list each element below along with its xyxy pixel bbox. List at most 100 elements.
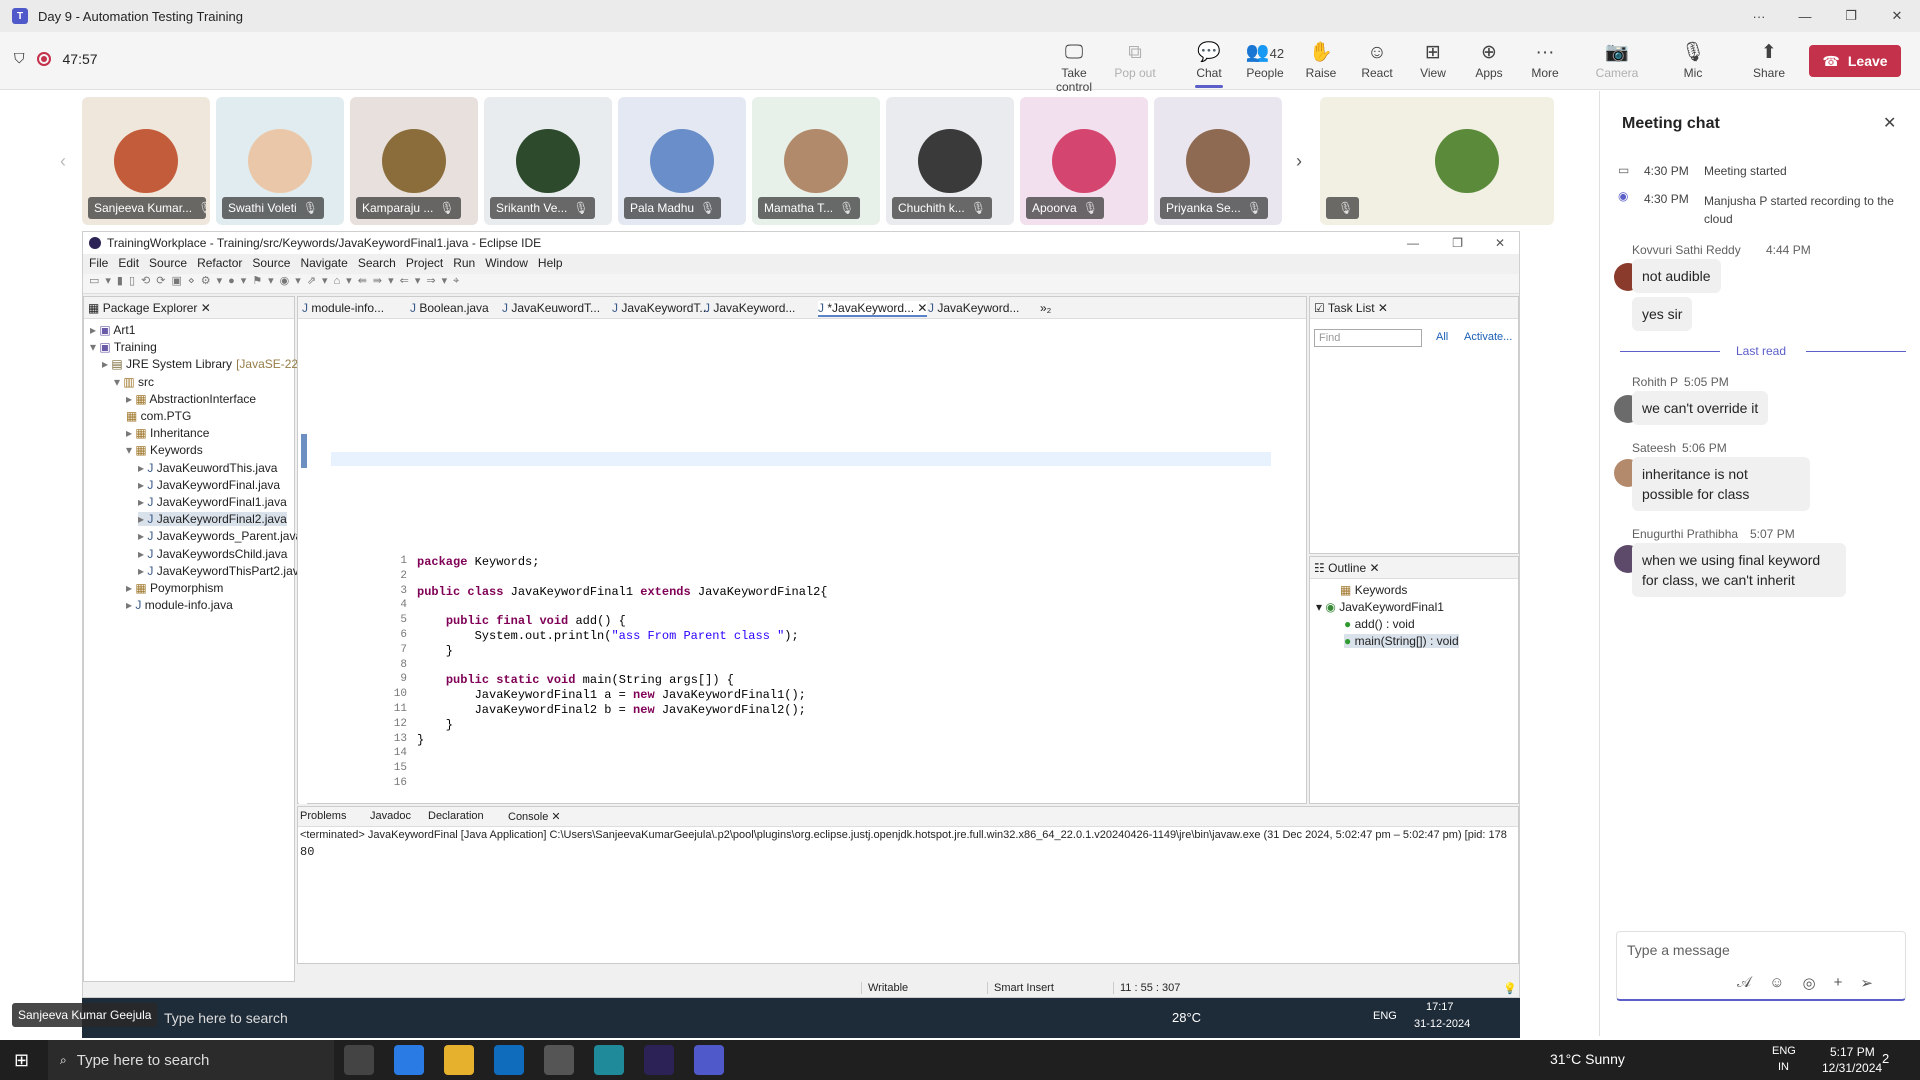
tree-item[interactable]: ▾ ▦ Keywords	[126, 443, 203, 457]
file-explorer-icon[interactable]	[444, 1045, 474, 1075]
participant-tile[interactable]: Priyanka Se... 🎙	[1154, 97, 1282, 225]
inner-search-box[interactable]: Type here to search	[164, 1010, 288, 1026]
tree-item[interactable]: ▸ ▤ JRE System Library [JavaSE-22]	[102, 357, 301, 371]
chevron-icon[interactable]: ▸	[138, 478, 147, 492]
tree-item[interactable]: ▾ ▣ Training	[90, 340, 157, 354]
editor-tab[interactable]: »₂	[1040, 301, 1051, 315]
close-icon[interactable]: ✕	[914, 301, 927, 315]
tree-item[interactable]: ▸ J JavaKeywordFinal2.java	[138, 512, 287, 527]
eclipse-close-button[interactable]: ✕	[1495, 236, 1505, 250]
chevron-icon[interactable]: ▸	[138, 461, 147, 475]
take-control-button[interactable]: 🖵 Take control	[1044, 40, 1104, 94]
tree-item[interactable]: ▸ J JavaKeywordFinal.java	[138, 478, 280, 492]
chevron-icon[interactable]: ▸	[138, 564, 147, 578]
apps-button[interactable]: ⊕ Apps	[1461, 40, 1517, 80]
bottom-tab[interactable]: Console ✕	[508, 810, 561, 823]
package-explorer-tab[interactable]: Package Explorer	[103, 301, 198, 315]
outlook-icon[interactable]	[494, 1045, 524, 1075]
outline-package[interactable]: ▦ Keywords	[1340, 583, 1407, 597]
chevron-icon[interactable]: ▸	[138, 529, 147, 543]
editor-tab[interactable]: J module-info...	[302, 301, 384, 315]
outline-class[interactable]: ▾ ◉ JavaKeywordFinal1	[1316, 600, 1444, 614]
chevron-icon[interactable]: ▸	[138, 547, 147, 561]
tree-item[interactable]: ▸ J JavaKeywords_Parent.java	[138, 529, 302, 543]
tree-item[interactable]: ▸ ▣ Art1	[90, 323, 135, 337]
menu-item[interactable]: Help	[538, 256, 563, 270]
participant-tile[interactable]: Mamatha T... 🎙	[752, 97, 880, 225]
eclipse-minimize-button[interactable]: —	[1407, 236, 1419, 250]
tree-item[interactable]: ▸ J module-info.java	[126, 598, 233, 612]
outline-method[interactable]: ● add() : void	[1344, 617, 1415, 631]
message-compose-box[interactable]: Type a message 𝒜 ☺ ◎ + ➢	[1616, 931, 1906, 1001]
participant-tile[interactable]: Kamparaju ... 🎙	[350, 97, 478, 225]
chevron-icon[interactable]: ▸	[126, 598, 135, 612]
code-line[interactable]: }	[417, 733, 424, 747]
participant-tile[interactable]: Swathi Voleti 🎙	[216, 97, 344, 225]
chevron-icon[interactable]: ▾	[126, 443, 135, 457]
menu-item[interactable]: Search	[358, 256, 396, 270]
close-button[interactable]: ✕	[1874, 0, 1920, 32]
maximize-button[interactable]: ❐	[1828, 0, 1874, 32]
chevron-icon[interactable]: ▸	[90, 323, 99, 337]
teams-taskbar-icon[interactable]	[694, 1045, 724, 1075]
close-icon[interactable]: ✕	[1369, 561, 1379, 575]
view-button[interactable]: ⊞ View	[1405, 40, 1461, 80]
code-line[interactable]: JavaKeywordFinal2 b = new JavaKeywordFin…	[417, 703, 806, 717]
chevron-icon[interactable]: ▸	[126, 426, 135, 440]
tree-item[interactable]: ▸ J JavaKeywordsChild.java	[138, 547, 287, 561]
tree-item[interactable]: ▸ ▦ Poymorphism	[126, 581, 223, 595]
code-line[interactable]: JavaKeywordFinal1 a = new JavaKeywordFin…	[417, 688, 806, 702]
code-line[interactable]: System.out.println("ass From Parent clas…	[417, 629, 799, 643]
scroll-right-icon[interactable]: ›	[1283, 97, 1315, 225]
chevron-icon[interactable]: ▾	[90, 340, 99, 354]
mic-button[interactable]: 🎙 Mic	[1665, 40, 1721, 80]
participant-tile[interactable]: Srikanth Ve... 🎙	[484, 97, 612, 225]
chevron-icon[interactable]: ▸	[126, 581, 135, 595]
editor-tab[interactable]: J *JavaKeyword... ✕	[818, 301, 928, 317]
chevron-icon[interactable]: ▸	[138, 512, 147, 526]
outline-method[interactable]: ● main(String[]) : void	[1344, 634, 1459, 648]
all-link[interactable]: All	[1436, 331, 1448, 343]
menu-item[interactable]: Edit	[118, 256, 139, 270]
scroll-left-icon[interactable]: ‹	[47, 97, 79, 225]
edge-icon[interactable]	[594, 1045, 624, 1075]
task-find-input[interactable]: Find	[1314, 329, 1422, 347]
tree-item[interactable]: ▦ com.PTG	[126, 409, 191, 423]
activate-link[interactable]: Activate...	[1464, 331, 1512, 343]
tree-item[interactable]: ▸ J JavaKeywordFinal1.java	[138, 495, 287, 509]
bottom-tab[interactable]: Javadoc	[370, 810, 411, 822]
windows-start-icon[interactable]: ⊞	[14, 1050, 29, 1071]
code-line[interactable]: public static void main(String args[]) {	[417, 673, 734, 687]
menu-item[interactable]: Window	[485, 256, 528, 270]
eclipse-toolbar[interactable]: ▭▾▮▯⟲⟳▣⋄⚙▾●▾⚑▾◉▾⇗▾⌂▾⇚⇛▾⇐▾⇒▾⌖	[83, 274, 1519, 294]
raise-hand-button[interactable]: ✋ Raise	[1293, 40, 1349, 80]
tree-item[interactable]: ▸ ▦ Inheritance	[126, 426, 209, 440]
participant-tile[interactable]: Pala Madhu 🎙	[618, 97, 746, 225]
close-icon[interactable]: ✕	[548, 811, 560, 823]
store-icon[interactable]	[544, 1045, 574, 1075]
notification-count[interactable]: 2	[1882, 1051, 1889, 1066]
code-line[interactable]: package Keywords;	[417, 555, 539, 569]
task-list-tab[interactable]: Task List	[1328, 301, 1375, 315]
chevron-icon[interactable]: ▸	[138, 495, 147, 509]
tree-item[interactable]: ▸ J JavaKeywordThisPart2.java	[138, 564, 305, 578]
share-button[interactable]: ⬆ Share	[1741, 40, 1797, 80]
attach-plus-icon[interactable]: +	[1834, 974, 1843, 992]
chat-button[interactable]: 💬 Chat	[1181, 40, 1237, 88]
people-button[interactable]: 👥42 People	[1237, 40, 1293, 80]
leave-button[interactable]: ☎ Leave	[1809, 45, 1901, 77]
more-options-icon[interactable]: ···	[1736, 0, 1782, 32]
editor-tab[interactable]: J Boolean.java	[410, 301, 489, 315]
code-line[interactable]: public final void add() {	[417, 614, 626, 628]
code-line[interactable]: }	[417, 718, 453, 732]
participant-tile[interactable]: Apoorva 🎙	[1020, 97, 1148, 225]
format-icon[interactable]: 𝒜	[1737, 974, 1751, 992]
tree-item[interactable]: ▸ J JavaKeuwordThis.java	[138, 461, 277, 475]
menu-item[interactable]: Source	[252, 256, 290, 270]
chevron-icon[interactable]: ▾	[114, 375, 123, 389]
editor-tab[interactable]: J JavaKeyword...	[928, 301, 1019, 315]
chat-message[interactable]: yes sir	[1632, 297, 1693, 331]
send-icon[interactable]: ➢	[1860, 974, 1873, 992]
menu-item[interactable]: Source	[149, 256, 187, 270]
code-line[interactable]: }	[417, 644, 453, 658]
